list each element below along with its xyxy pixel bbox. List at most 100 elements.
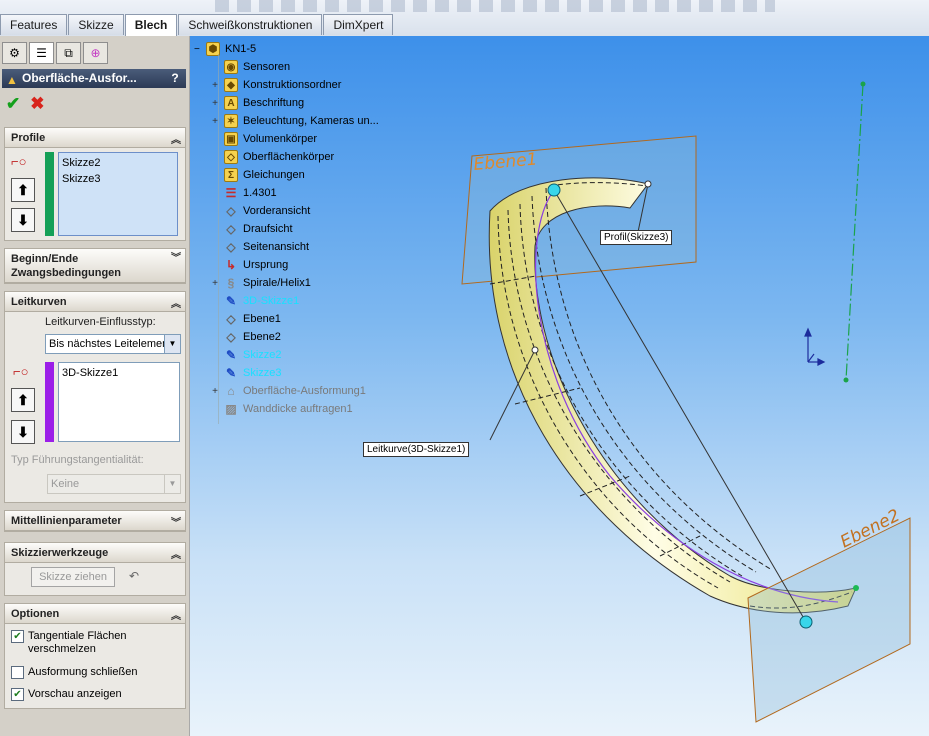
- profile-group: Profile ︽ ⌐○ ⬆ ⬇ Skizze2 Skizze3: [4, 127, 186, 241]
- profile-listbox[interactable]: Skizze2 Skizze3: [58, 152, 178, 236]
- tree-item-label: Oberflächenkörper: [243, 151, 335, 163]
- tree-item[interactable]: ◇ Draufsicht: [194, 220, 404, 238]
- start-end-constraints-header[interactable]: Beginn/Ende Zwangsbedingungen ︾: [5, 249, 185, 283]
- influence-type-value: Bis nächstes Leitelement: [49, 338, 172, 350]
- help-icon[interactable]: ?: [168, 71, 182, 85]
- tree-item-label: 1.4301: [243, 187, 277, 199]
- profile-callout[interactable]: Profil(Skizze3): [600, 230, 673, 245]
- plane-ebene2[interactable]: [747, 517, 911, 723]
- list-item[interactable]: Skizze2: [61, 155, 175, 171]
- tab-dimxpert[interactable]: DimXpert: [323, 14, 394, 35]
- tree-item[interactable]: ✎ Skizze3: [194, 364, 404, 382]
- command-toolbar-icons[interactable]: [215, 0, 775, 12]
- show-preview-option[interactable]: ✔ Vorschau anzeigen: [11, 688, 122, 701]
- centerline-parameters-group: Mittellinienparameter ︾: [4, 510, 186, 532]
- tree-item[interactable]: ◇ Seitenansicht: [194, 238, 404, 256]
- checkbox[interactable]: ✔: [11, 630, 24, 643]
- guide-selection-icon: ⌐○: [13, 364, 29, 379]
- move-up-button[interactable]: ⬆: [11, 178, 35, 202]
- tab-skizze[interactable]: Skizze: [68, 14, 124, 35]
- connector-handle[interactable]: [799, 615, 813, 629]
- tree-item[interactable]: + ◆ Konstruktionsordner: [194, 76, 404, 94]
- tree-item[interactable]: + ⌂ Oberfläche-Ausformung1: [194, 382, 404, 400]
- manager-tabs: ⚙ ☰ ⧉ ⊕: [2, 42, 108, 66]
- tree-item[interactable]: ☰ 1.4301: [194, 184, 404, 202]
- expand-chevron-icon[interactable]: ︾: [171, 252, 181, 266]
- property-manager-tab-icon[interactable]: ☰: [29, 42, 54, 64]
- collapse-chevron-icon[interactable]: ︽: [171, 131, 181, 151]
- option-label-line: verschmelzen: [28, 643, 96, 655]
- tree-item[interactable]: + A Beschriftung: [194, 94, 404, 112]
- collapse-chevron-icon[interactable]: ︽: [171, 546, 181, 566]
- connector-handle[interactable]: [547, 183, 561, 197]
- plane-icon: ◇: [226, 312, 236, 326]
- guide-curves-listbox[interactable]: 3D-Skizze1: [58, 362, 180, 442]
- tree-item[interactable]: ▣ Volumenkörper: [194, 130, 404, 148]
- merge-tangent-faces-option[interactable]: ✔ Tangentiale Flächen verschmelzen: [11, 630, 126, 656]
- influence-type-label: Leitkurven-Einflusstyp:: [45, 316, 156, 328]
- graphics-area[interactable]: 🔍 ⌕ ▣ ◧ ▢ ▼ ◈ ▼ ◐ ● ◭ ▼ ▤ ▼: [190, 36, 929, 736]
- expand-icon[interactable]: +: [210, 278, 220, 289]
- tree-item[interactable]: Σ Gleichungen: [194, 166, 404, 184]
- profile-group-header[interactable]: Profile ︽: [5, 128, 185, 148]
- influence-type-select[interactable]: Bis nächstes Leitelement ▼: [45, 334, 181, 354]
- tab-schweisskonstruktionen[interactable]: Schweißkonstruktionen: [178, 14, 323, 35]
- tree-item[interactable]: ↳ Ursprung: [194, 256, 404, 274]
- tree-item[interactable]: + ✶ Beleuchtung, Kameras un...: [194, 112, 404, 130]
- sketch-icon: ✎: [225, 348, 237, 362]
- tangency-type-value: Keine: [51, 478, 80, 490]
- expand-chevron-icon[interactable]: ︾: [171, 514, 181, 534]
- expand-icon[interactable]: +: [210, 98, 220, 109]
- collapse-icon[interactable]: −: [194, 44, 206, 55]
- tree-item[interactable]: ✎ Skizze2: [194, 346, 404, 364]
- guide-curve-callout[interactable]: Leitkurve(3D-Skizze1): [363, 442, 470, 457]
- collapse-chevron-icon[interactable]: ︽: [171, 295, 181, 315]
- tree-item[interactable]: ✎ 3D-Skizze1: [194, 292, 404, 310]
- chevron-down-icon[interactable]: ▼: [164, 475, 180, 493]
- tree-item[interactable]: ◇ Ebene2: [194, 328, 404, 346]
- tab-features[interactable]: Features: [0, 14, 68, 35]
- configuration-manager-tab-icon[interactable]: ⧉: [56, 42, 81, 64]
- profile-endpoint[interactable]: [644, 180, 652, 188]
- expand-icon[interactable]: +: [210, 386, 220, 397]
- move-down-button[interactable]: ⬇: [11, 420, 35, 444]
- helix-axis-line[interactable]: [845, 83, 864, 381]
- centerline-parameters-header[interactable]: Mittellinienparameter ︾: [5, 511, 185, 531]
- cancel-x-icon[interactable]: ✖: [30, 94, 44, 114]
- expand-icon[interactable]: +: [210, 116, 220, 127]
- tree-item-label: Gleichungen: [243, 169, 305, 181]
- tab-blech[interactable]: Blech: [124, 14, 178, 36]
- guide-endpoint[interactable]: [531, 346, 539, 354]
- tree-item[interactable]: ◇ Vorderansicht: [194, 202, 404, 220]
- sketch-tools-header[interactable]: Skizzierwerkzeuge ︽: [5, 543, 185, 563]
- tree-item[interactable]: ◇ Oberflächenkörper: [194, 148, 404, 166]
- undo-icon[interactable]: ↶: [129, 569, 139, 583]
- dimxpert-manager-tab-icon[interactable]: ⊕: [83, 42, 108, 64]
- axis-endpoint: [843, 377, 849, 383]
- list-item[interactable]: Skizze3: [61, 171, 175, 187]
- tree-item[interactable]: ▨ Wanddicke auftragen1: [194, 400, 404, 418]
- options-header[interactable]: Optionen ︽: [5, 604, 185, 624]
- feature-manager-tab-icon[interactable]: ⚙: [2, 42, 27, 64]
- checkbox[interactable]: ✔: [11, 688, 24, 701]
- tangency-type-select[interactable]: Keine ▼: [47, 474, 181, 494]
- plane-icon: ◇: [226, 240, 236, 254]
- header-line: Beginn/Ende: [11, 253, 79, 265]
- tree-item[interactable]: + § Spirale/Helix1: [194, 274, 404, 292]
- tree-item[interactable]: ◇ Ebene1: [194, 310, 404, 328]
- move-up-button[interactable]: ⬆: [11, 388, 35, 412]
- tree-root[interactable]: − ⬢ KN1-5: [194, 40, 404, 58]
- collapse-chevron-icon[interactable]: ︽: [171, 607, 181, 627]
- tree-item-label: Ursprung: [243, 259, 289, 271]
- move-down-button[interactable]: ⬇: [11, 208, 35, 232]
- guide-curves-header[interactable]: Leitkurven ︽: [5, 292, 185, 312]
- ok-check-icon[interactable]: ✔: [6, 94, 20, 114]
- sketch-icon: ✎: [225, 366, 237, 380]
- close-loft-option[interactable]: Ausformung schließen: [11, 666, 137, 679]
- list-item[interactable]: 3D-Skizze1: [61, 365, 177, 381]
- drag-sketch-button[interactable]: Skizze ziehen: [31, 567, 115, 587]
- expand-icon[interactable]: +: [210, 80, 220, 91]
- checkbox[interactable]: [11, 666, 24, 679]
- tree-item[interactable]: ◉ Sensoren: [194, 58, 404, 76]
- chevron-down-icon[interactable]: ▼: [164, 335, 180, 353]
